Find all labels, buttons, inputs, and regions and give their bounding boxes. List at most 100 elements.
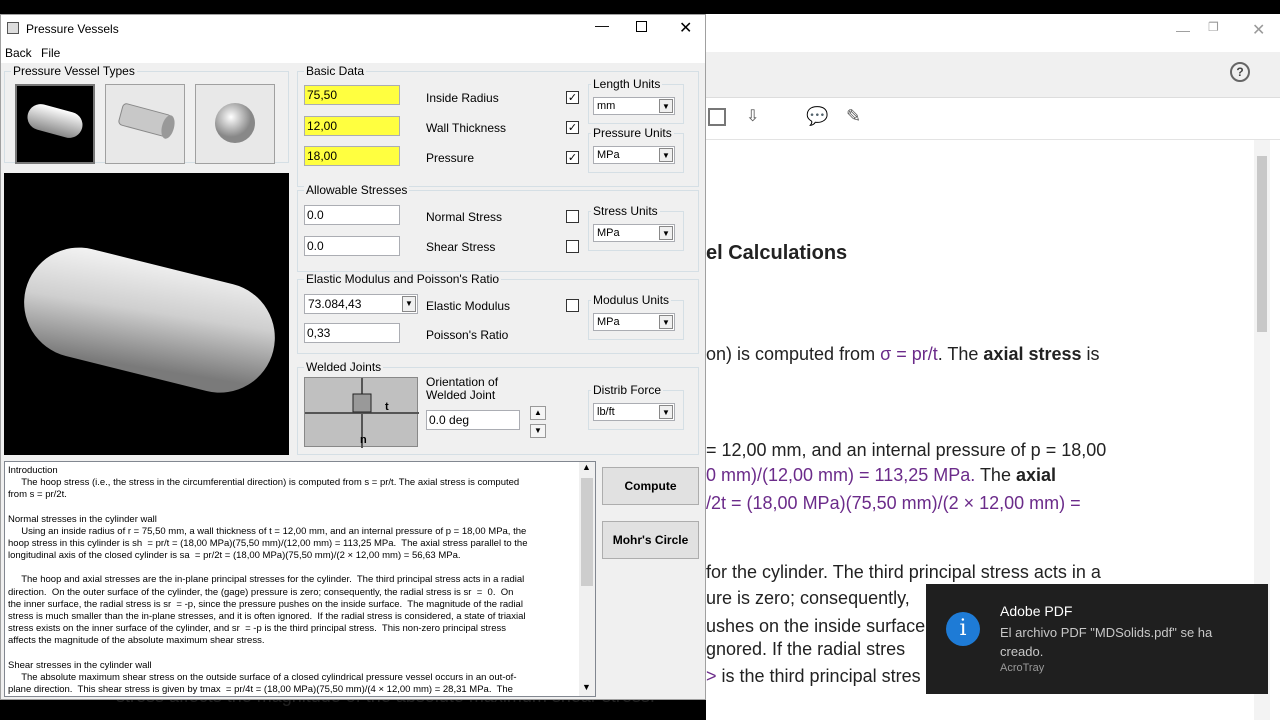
menu-file[interactable]: File — [41, 46, 60, 60]
normal-stress-checkbox[interactable] — [566, 210, 579, 223]
cylinder-open-option[interactable] — [105, 84, 185, 164]
stress-units-select[interactable]: MPa ▼ — [593, 224, 675, 242]
shear-stress-checkbox[interactable] — [566, 240, 579, 253]
help-icon[interactable]: ? — [1230, 62, 1250, 82]
group-legend: Modulus Units — [591, 293, 672, 307]
menu-bar: Back File — [1, 43, 705, 63]
wall-thickness-checkbox[interactable]: ✓ — [566, 121, 579, 134]
chevron-down-icon: ▼ — [659, 226, 673, 240]
pdf-line: 0 mm)/(12,00 mm) = 113,25 MPa. The axial — [706, 465, 1057, 485]
pdf-line: on) is computed from σ = pr/t. The axial… — [706, 344, 1100, 364]
length-units-select[interactable]: mm ▼ — [593, 97, 675, 115]
elastic-modulus-group: Elastic Modulus and Poisson's Ratio 73.0… — [297, 272, 699, 354]
pdf-title-bar: — ❐ ✕ — [706, 14, 1280, 52]
group-legend: Basic Data — [304, 64, 367, 78]
sphere-icon — [215, 103, 255, 143]
pdf-scroll-thumb[interactable] — [1257, 156, 1267, 332]
angle-down-icon[interactable]: ▼ — [530, 424, 546, 438]
chevron-down-icon: ▼ — [659, 148, 673, 162]
pressure-units-select[interactable]: MPa ▼ — [593, 146, 675, 164]
maximize-icon[interactable] — [636, 21, 647, 32]
pressure-input[interactable]: 18,00 — [304, 146, 400, 166]
scroll-thumb[interactable] — [581, 478, 593, 586]
shear-stress-input[interactable]: 0.0 — [304, 236, 400, 256]
wall-thickness-input[interactable]: 12,00 — [304, 116, 400, 136]
cylinder-open-icon — [118, 103, 175, 139]
title-bar: Pressure Vessels — ✕ — [1, 15, 705, 43]
poissons-ratio-input[interactable]: 0,33 — [304, 323, 400, 343]
toast-app-name: Adobe PDF — [1000, 603, 1073, 619]
elastic-modulus-label: Elastic Modulus — [426, 299, 511, 313]
pdf-heading: el Calculations — [706, 242, 848, 264]
poissons-ratio-label: Poisson's Ratio — [426, 328, 509, 342]
paragraph: The hoop and axial stresses are the in-p… — [8, 574, 526, 647]
page-tool-icon[interactable] — [708, 108, 726, 126]
section-heading: Shear stresses in the cylinder wall — [8, 659, 152, 671]
group-legend: Welded Joints — [304, 360, 384, 374]
paragraph: Using an inside radius of r = 75,50 mm, … — [8, 525, 528, 562]
scroll-up-icon[interactable]: ▲ — [582, 462, 591, 472]
elastic-modulus-checkbox[interactable] — [566, 299, 579, 312]
pdf-line: /2t = (18,00 MPa)(75,50 mm)/(2 × 12,00 m… — [706, 493, 1081, 513]
mohrs-circle-button[interactable]: Mohr's Circle — [602, 521, 699, 559]
inside-radius-input[interactable]: 75,50 — [304, 85, 400, 105]
cylinder-closed-icon — [27, 104, 83, 138]
pdf-line: for the cylinder. The third principal st… — [706, 562, 1101, 582]
vessel-3d-preview — [4, 173, 289, 455]
menu-back[interactable]: Back — [5, 46, 32, 60]
welded-joints-group: Welded Joints t n Orientation of Welded … — [297, 360, 699, 455]
pressure-units-group: Pressure Units MPa ▼ — [588, 126, 684, 173]
scroll-down-icon[interactable]: ▼ — [582, 682, 591, 692]
pen-icon[interactable]: ✎ — [846, 106, 861, 127]
distrib-force-select[interactable]: lb/ft ▼ — [593, 403, 675, 421]
group-legend: Pressure Vessel Types — [11, 64, 137, 78]
paragraph: The hoop stress (i.e., the stress in the… — [8, 477, 520, 501]
weld-angle-input[interactable]: 0.0 deg — [426, 410, 520, 430]
sphere-option[interactable] — [195, 84, 275, 164]
chevron-down-icon: ▼ — [659, 315, 673, 329]
notification-toast[interactable]: i Adobe PDF El archivo PDF "MDSolids.pdf… — [926, 584, 1268, 694]
orientation-label-2: Welded Joint — [426, 388, 496, 402]
angle-up-icon[interactable]: ▲ — [530, 406, 546, 420]
window-title: Pressure Vessels — [26, 22, 119, 36]
pdf-line: gnored. If the radial stres — [706, 639, 906, 659]
results-textarea[interactable]: Introduction The hoop stress (i.e., the … — [4, 461, 596, 697]
info-icon: i — [946, 612, 980, 646]
elastic-modulus-combo[interactable]: 73.084,43 ▼ — [304, 294, 418, 314]
group-legend: Allowable Stresses — [304, 183, 410, 197]
close-icon[interactable]: ✕ — [1252, 20, 1265, 40]
group-legend: Elastic Modulus and Poisson's Ratio — [304, 272, 502, 286]
orientation-label: Orientation of — [426, 375, 499, 389]
allowable-stresses-group: Allowable Stresses 0.0 Normal Stress 0.0… — [297, 183, 699, 272]
modulus-units-select[interactable]: MPa ▼ — [593, 313, 675, 331]
pdf-tool-strip: ⇩ 💬 ✎ — [706, 98, 1280, 140]
close-icon[interactable]: ✕ — [679, 18, 692, 38]
length-units-group: Length Units mm ▼ — [588, 77, 684, 124]
pressure-vessels-window: Pressure Vessels — ✕ Back File Pressure … — [0, 14, 706, 700]
pressure-label: Pressure — [426, 151, 475, 165]
pdf-line: ushes on the inside surface — [706, 616, 926, 636]
pdf-line: = 12,00 mm, and an internal pressure of … — [706, 440, 1107, 460]
inside-radius-label: Inside Radius — [426, 91, 499, 105]
stamp-icon[interactable]: ⇩ — [746, 106, 759, 126]
comment-icon[interactable]: 💬 — [806, 106, 828, 127]
inside-radius-checkbox[interactable]: ✓ — [566, 91, 579, 104]
toast-source: AcroTray — [1000, 662, 1045, 674]
app-icon — [7, 22, 19, 34]
pressure-checkbox[interactable]: ✓ — [566, 151, 579, 164]
modulus-units-group: Modulus Units MPa ▼ — [588, 293, 684, 340]
minimize-icon[interactable]: — — [1176, 22, 1190, 38]
results-scrollbar[interactable]: ▲ ▼ — [579, 462, 595, 696]
pdf-toolbar: ? — [706, 52, 1280, 98]
section-heading: Normal stresses in the cylinder wall — [8, 513, 157, 525]
chevron-down-icon: ▼ — [659, 405, 673, 419]
pdf-line: ure is zero; consequently, — [706, 588, 910, 608]
cylinder-closed-option[interactable] — [15, 84, 95, 164]
normal-stress-input[interactable]: 0.0 — [304, 205, 400, 225]
compute-button[interactable]: Compute — [602, 467, 699, 505]
group-legend: Length Units — [591, 77, 663, 91]
wall-thickness-label: Wall Thickness — [426, 121, 507, 135]
group-legend: Pressure Units — [591, 126, 674, 140]
restore-icon[interactable]: ❐ — [1208, 20, 1219, 34]
minimize-icon[interactable]: — — [595, 17, 609, 33]
